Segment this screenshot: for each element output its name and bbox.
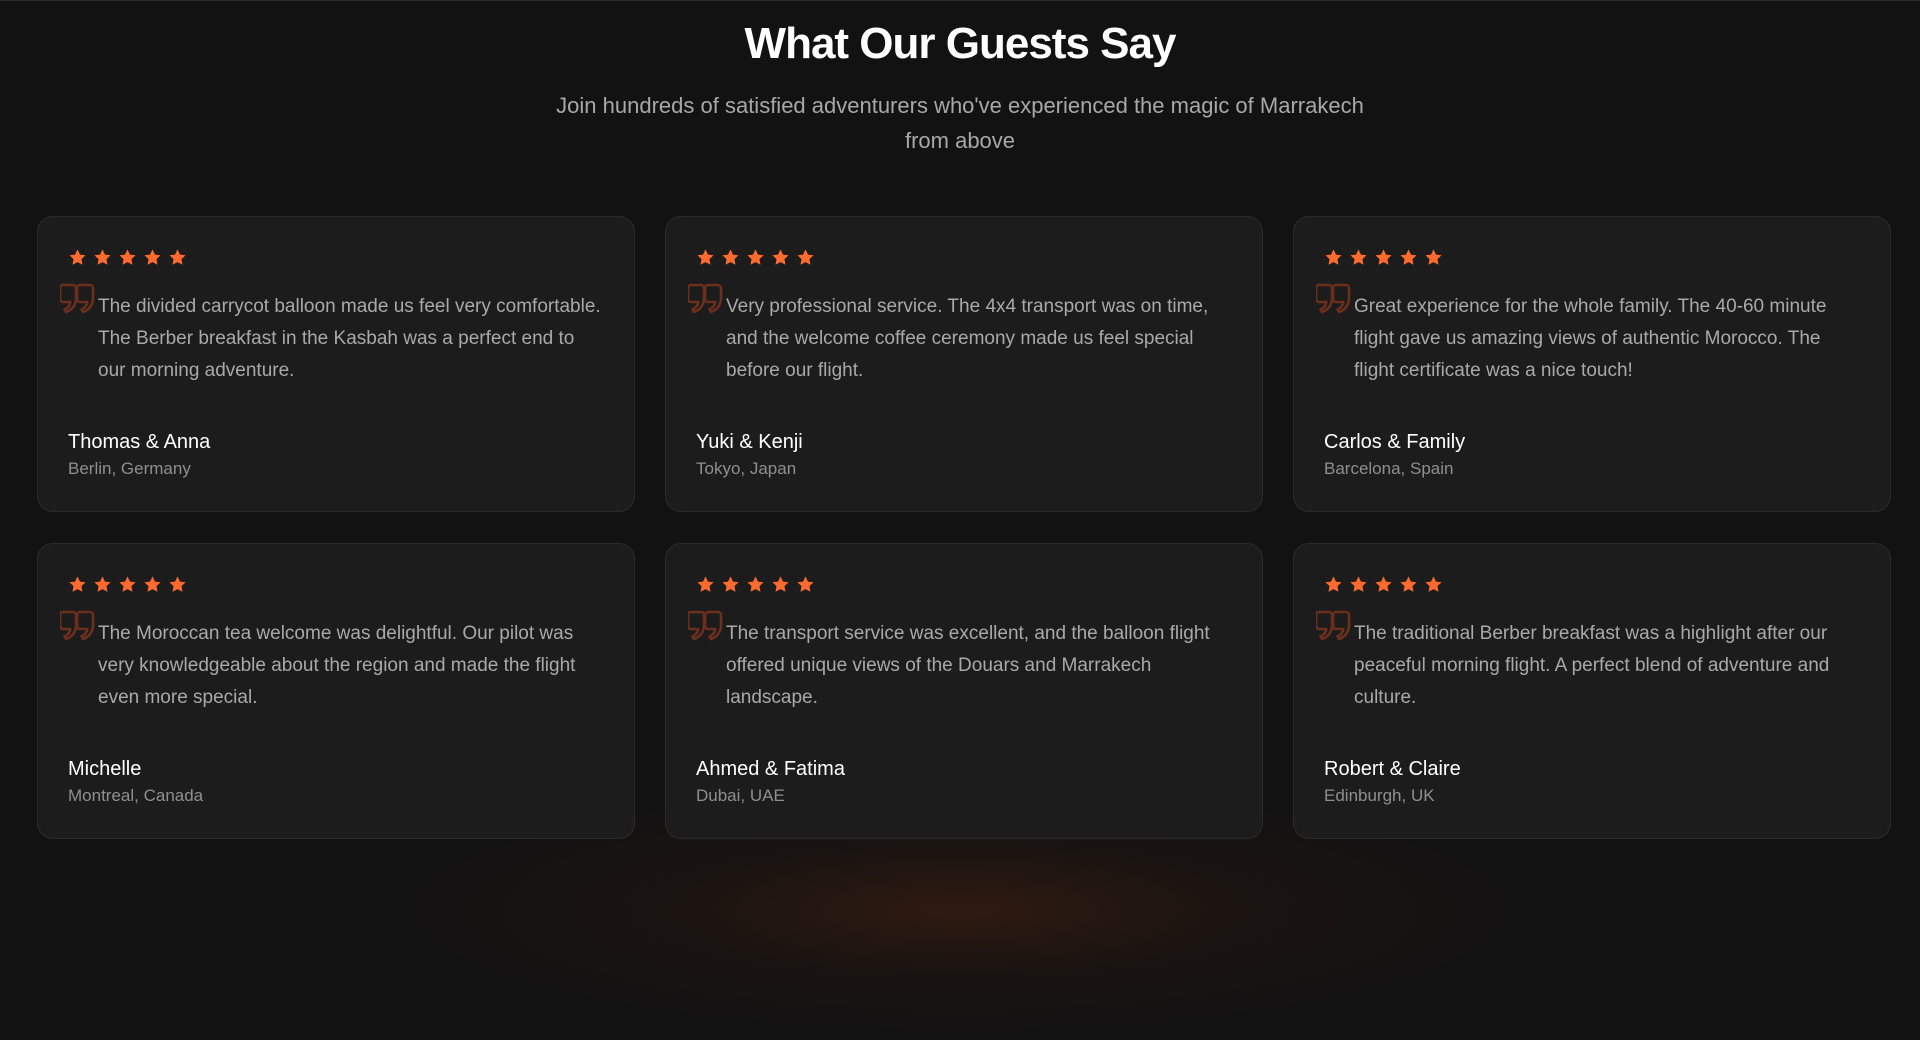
author-name: Ahmed & Fatima xyxy=(696,758,845,780)
star-icon xyxy=(1324,575,1343,594)
star-icon xyxy=(1349,575,1368,594)
author-location: Dubai, UAE xyxy=(696,786,785,805)
author-location: Berlin, Germany xyxy=(68,459,191,478)
section-subtitle: Join hundreds of satisfied adventurers w… xyxy=(556,93,1364,153)
quote-icon xyxy=(1316,608,1352,642)
star-icon xyxy=(93,248,112,267)
quote-icon xyxy=(688,281,724,315)
star-icon xyxy=(746,248,765,267)
testimonials-grid: The divided carrycot balloon made us fee… xyxy=(37,216,1893,839)
star-icon xyxy=(68,575,87,594)
star-icon xyxy=(746,575,765,594)
star-icon xyxy=(771,248,790,267)
testimonial-text: Very professional service. The 4x4 trans… xyxy=(726,296,1209,381)
star-icon xyxy=(93,575,112,594)
testimonial-author: Michelle Montreal, Canada xyxy=(68,756,203,807)
star-icon xyxy=(796,248,815,267)
testimonial-author: Yuki & Kenji Tokyo, Japan xyxy=(696,429,803,480)
star-rating xyxy=(68,572,604,596)
section-header: What Our Guests Say Join hundreds of sat… xyxy=(0,16,1920,158)
star-rating xyxy=(1324,572,1860,596)
star-icon xyxy=(168,248,187,267)
star-icon xyxy=(143,248,162,267)
star-icon xyxy=(721,248,740,267)
quote-icon xyxy=(60,281,96,315)
star-icon xyxy=(118,248,137,267)
star-icon xyxy=(1399,248,1418,267)
star-icon xyxy=(1349,248,1368,267)
testimonial-text: The divided carrycot balloon made us fee… xyxy=(98,296,601,381)
author-name: Robert & Claire xyxy=(1324,758,1461,780)
author-location: Edinburgh, UK xyxy=(1324,786,1435,805)
testimonial-quote: The Moroccan tea welcome was delightful.… xyxy=(60,610,604,714)
star-rating xyxy=(1324,245,1860,269)
testimonial-author: Robert & Claire Edinburgh, UK xyxy=(1324,756,1461,807)
author-name: Michelle xyxy=(68,758,142,780)
author-name: Carlos & Family xyxy=(1324,431,1466,453)
testimonial-card: The divided carrycot balloon made us fee… xyxy=(37,216,635,512)
author-name: Yuki & Kenji xyxy=(696,431,803,453)
quote-icon xyxy=(1316,281,1352,315)
quote-icon xyxy=(60,608,96,642)
author-location: Barcelona, Spain xyxy=(1324,459,1454,478)
quote-icon xyxy=(688,608,724,642)
star-icon xyxy=(796,575,815,594)
testimonial-quote: Great experience for the whole family. T… xyxy=(1316,283,1860,387)
testimonial-quote: The transport service was excellent, and… xyxy=(688,610,1232,714)
star-icon xyxy=(1424,248,1443,267)
top-divider xyxy=(0,0,1920,1)
testimonial-quote: Very professional service. The 4x4 trans… xyxy=(688,283,1232,387)
star-icon xyxy=(696,575,715,594)
star-rating xyxy=(68,245,604,269)
star-icon xyxy=(721,575,740,594)
star-rating xyxy=(696,572,1232,596)
testimonial-quote: The divided carrycot balloon made us fee… xyxy=(60,283,604,387)
testimonial-card: Very professional service. The 4x4 trans… xyxy=(665,216,1263,512)
star-rating xyxy=(696,245,1232,269)
testimonial-card: Great experience for the whole family. T… xyxy=(1293,216,1891,512)
star-icon xyxy=(68,248,87,267)
star-icon xyxy=(118,575,137,594)
testimonial-text: The Moroccan tea welcome was delightful.… xyxy=(98,623,576,708)
author-location: Tokyo, Japan xyxy=(696,459,797,478)
testimonial-card: The transport service was excellent, and… xyxy=(665,543,1263,839)
section-title: What Our Guests Say xyxy=(744,19,1177,68)
author-location: Montreal, Canada xyxy=(68,786,204,805)
star-icon xyxy=(696,248,715,267)
testimonial-author: Thomas & Anna Berlin, Germany xyxy=(68,429,210,480)
star-icon xyxy=(143,575,162,594)
testimonial-text: Great experience for the whole family. T… xyxy=(1354,296,1827,381)
testimonial-quote: The traditional Berber breakfast was a h… xyxy=(1316,610,1860,714)
testimonial-card: The Moroccan tea welcome was delightful.… xyxy=(37,543,635,839)
author-name: Thomas & Anna xyxy=(68,431,211,453)
testimonial-card: The traditional Berber breakfast was a h… xyxy=(1293,543,1891,839)
star-icon xyxy=(771,575,790,594)
star-icon xyxy=(168,575,187,594)
testimonial-author: Ahmed & Fatima Dubai, UAE xyxy=(696,756,845,807)
star-icon xyxy=(1374,575,1393,594)
testimonial-text: The traditional Berber breakfast was a h… xyxy=(1354,623,1830,708)
star-icon xyxy=(1324,248,1343,267)
testimonial-text: The transport service was excellent, and… xyxy=(726,623,1210,708)
star-icon xyxy=(1374,248,1393,267)
star-icon xyxy=(1424,575,1443,594)
star-icon xyxy=(1399,575,1418,594)
testimonial-author: Carlos & Family Barcelona, Spain xyxy=(1324,429,1465,480)
